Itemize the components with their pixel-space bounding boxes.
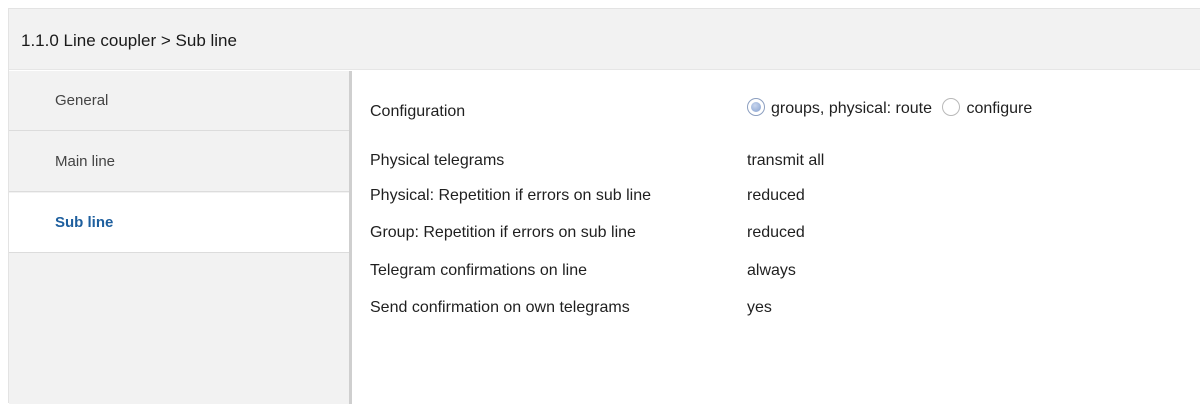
param-label: Physical: Repetition if errors on sub li… bbox=[370, 187, 652, 204]
parameter-panel: Configuration groups, physical: route co… bbox=[352, 71, 1200, 404]
sidebar-item-sub-line[interactable]: Sub line bbox=[9, 193, 349, 253]
param-value[interactable]: reduced bbox=[747, 224, 805, 242]
param-row-configuration: Configuration groups, physical: route co… bbox=[370, 97, 1190, 125]
param-row-send-confirmation: Send confirmation on own telegrams yes bbox=[370, 293, 1190, 321]
param-row-physical-repetition: Physical: Repetition if errors on sub li… bbox=[370, 181, 1190, 209]
param-label: Send confirmation on own telegrams bbox=[370, 299, 630, 316]
radio-option-configure[interactable]: configure bbox=[942, 98, 1033, 124]
param-value[interactable]: reduced bbox=[747, 187, 805, 205]
param-row-physical-telegrams: Physical telegrams transmit all bbox=[370, 146, 1190, 174]
page-title: 1.1.0 Line coupler > Sub line bbox=[21, 31, 237, 50]
param-value[interactable]: yes bbox=[747, 299, 772, 317]
radio-selected-icon[interactable] bbox=[747, 98, 765, 116]
title-bar: 1.1.0 Line coupler > Sub line bbox=[9, 9, 1200, 70]
sidebar: General Main line Sub line bbox=[9, 71, 349, 404]
radio-unselected-icon[interactable] bbox=[942, 98, 961, 116]
radio-option-groups-physical-route[interactable]: groups, physical: route bbox=[747, 98, 932, 124]
radio-label: groups, physical: route bbox=[771, 100, 932, 117]
configuration-radio-group: groups, physical: route configure bbox=[747, 98, 1038, 124]
sidebar-item-label: Sub line bbox=[55, 214, 114, 231]
sidebar-item-main-line[interactable]: Main line bbox=[9, 132, 349, 192]
sidebar-item-label: Main line bbox=[55, 153, 116, 170]
sidebar-item-label: General bbox=[55, 92, 109, 109]
param-value[interactable]: transmit all bbox=[747, 152, 824, 170]
radio-label: configure bbox=[966, 100, 1033, 117]
parameter-window: 1.1.0 Line coupler > Sub line General Ma… bbox=[8, 8, 1200, 404]
sidebar-item-general[interactable]: General bbox=[9, 71, 349, 131]
param-value[interactable]: always bbox=[747, 262, 796, 280]
param-row-group-repetition: Group: Repetition if errors on sub line … bbox=[370, 218, 1190, 246]
param-label: Telegram confirmations on line bbox=[370, 262, 587, 279]
param-label: Configuration bbox=[370, 103, 466, 120]
param-row-telegram-confirmations: Telegram confirmations on line always bbox=[370, 256, 1190, 284]
param-label: Physical telegrams bbox=[370, 152, 505, 169]
param-label: Group: Repetition if errors on sub line bbox=[370, 224, 636, 241]
